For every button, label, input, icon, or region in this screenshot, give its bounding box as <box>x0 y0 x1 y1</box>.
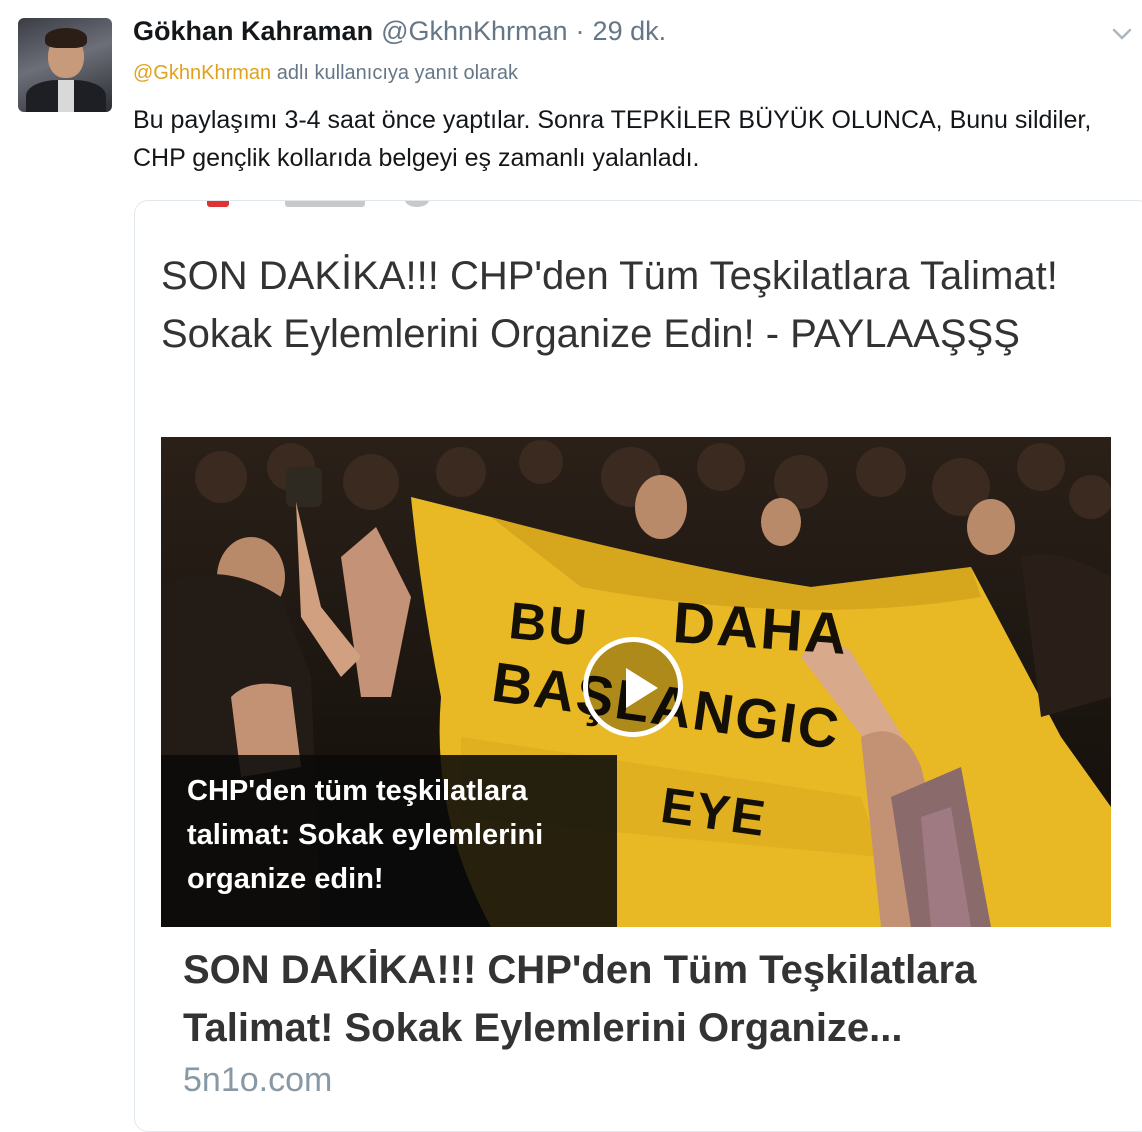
tweet-header: Gökhan Kahraman @GkhnKhrman · 29 dk. <box>133 16 1122 52</box>
reply-suffix: adlı kullanıcıya yanıt olarak <box>276 62 518 84</box>
chevron-down-icon[interactable] <box>1110 22 1134 46</box>
link-card[interactable]: SON DAKİKA!!! CHP'den Tüm Teşkilatlara T… <box>134 200 1142 1132</box>
tweet-text: Bu paylaşımı 3-4 saat önce yaptılar. Son… <box>133 106 1092 172</box>
card-domain[interactable]: 5n1o.com <box>183 1061 332 1100</box>
reply-context: @GkhnKhrman adlı kullanıcıya yanıt olara… <box>133 62 518 85</box>
cropped-header-strip <box>135 201 1142 211</box>
author-handle[interactable]: @GkhnKhrman <box>381 16 567 47</box>
video-thumbnail[interactable]: BU DAHA BAŞLANGIC EYE CHP'den tüm teşkil… <box>161 437 1111 927</box>
banner-word: BU <box>506 592 591 658</box>
avatar[interactable] <box>18 18 112 112</box>
card-link-title[interactable]: SON DAKİKA!!! CHP'den Tüm Teşkilatlara T… <box>183 941 1083 1057</box>
avatar-shirt <box>58 80 74 112</box>
play-icon[interactable] <box>583 637 683 737</box>
timestamp[interactable]: 29 dk. <box>593 16 667 47</box>
author-name[interactable]: Gökhan Kahraman <box>133 16 373 47</box>
banner-word: DAHA <box>670 589 851 668</box>
separator: · <box>575 16 585 46</box>
reply-to-link[interactable]: @GkhnKhrman <box>133 62 271 84</box>
video-caption: CHP'den tüm teşkilatlara talimat: Sokak … <box>161 755 617 927</box>
cropped-fragment <box>405 201 429 207</box>
cropped-fragment <box>285 201 365 207</box>
cropped-fragment <box>207 201 229 207</box>
avatar-hair <box>45 28 87 48</box>
card-headline: SON DAKİKA!!! CHP'den Tüm Teşkilatlara T… <box>161 254 1058 356</box>
